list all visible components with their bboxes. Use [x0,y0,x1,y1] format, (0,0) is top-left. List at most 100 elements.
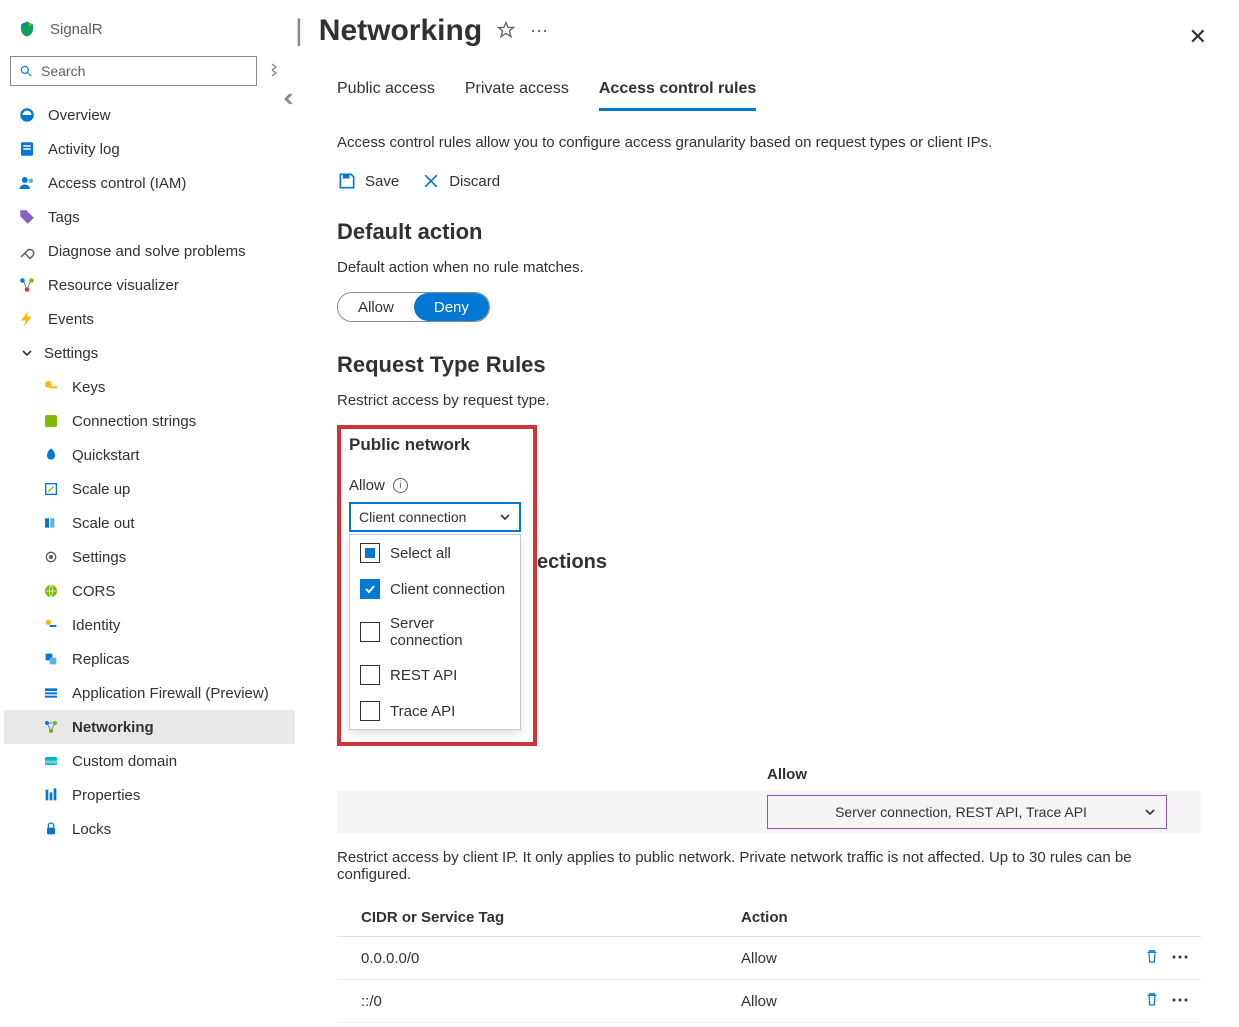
overview-icon [18,106,36,124]
sidebar-item-settings[interactable]: Settings [4,540,295,574]
default-action-deny[interactable]: Deny [414,293,489,321]
sidebar-item-firewall[interactable]: Application Firewall (Preview) [4,676,295,710]
intro-text: Access control rules allow you to config… [337,134,1201,151]
allow-combo[interactable]: Client connection [349,502,521,532]
sidebar-item-events[interactable]: Events [4,302,295,336]
dd-option-select-all[interactable]: Select all [350,535,520,571]
nav-scroll[interactable]: Overview Activity log Access control (IA… [0,98,295,1027]
sidebar-item-iam[interactable]: Access control (IAM) [4,166,295,200]
close-icon[interactable]: ✕ [1189,24,1207,50]
networking-icon [42,718,60,736]
dd-option-rest-api[interactable]: REST API [350,657,520,693]
row-more-icon[interactable]: ⋯ [1171,947,1191,969]
discard-button[interactable]: Discard [421,171,500,191]
sidebar-item-connection-strings[interactable]: Connection strings [4,404,295,438]
dd-label: Client connection [390,581,505,598]
tabs: Public access Private access Access cont… [337,74,1201,112]
sidebar-item-label: Resource visualizer [48,277,179,294]
sidebar-item-label: Scale out [72,515,135,532]
chevron-down-icon [1144,806,1156,818]
sidebar-item-replicas[interactable]: Replicas [4,642,295,676]
diagnose-icon [18,242,36,260]
tab-public-access[interactable]: Public access [337,74,435,111]
cidr-row: 0.0.0.0/0 Allow ⋯ [337,937,1201,980]
save-button[interactable]: Save [337,171,399,191]
cors-icon [42,582,60,600]
sidebar-item-properties[interactable]: Properties [4,778,295,812]
cidr-cell: 0.0.0.0/0 [361,950,741,967]
dd-option-server-connection[interactable]: Server connection [350,607,520,657]
col-action: Action [741,909,1111,926]
allow-label: Allow i [349,477,408,494]
search-input[interactable]: Search [10,56,257,86]
more-actions-icon[interactable]: ⋯ [530,21,550,42]
sidebar-group-settings[interactable]: Settings [4,336,295,370]
sidebar-item-label: Custom domain [72,753,177,770]
sidebar-group-label: Settings [44,345,98,362]
request-type-heading: Request Type Rules [337,352,1201,378]
sidebar-item-keys[interactable]: Keys [4,370,295,404]
default-action-toggle[interactable]: Allow Deny [337,292,490,322]
sidebar-item-label: Locks [72,821,111,838]
sidebar-item-tags[interactable]: Tags [4,200,295,234]
obscured-text: ections [537,551,607,574]
sidebar-item-identity[interactable]: Identity [4,608,295,642]
sidebar-item-overview[interactable]: Overview [4,98,295,132]
connection-strings-icon [42,412,60,430]
iam-icon [18,174,36,192]
default-action-allow[interactable]: Allow [338,293,414,321]
identity-icon [42,616,60,634]
discard-label: Discard [449,173,500,190]
action-cell: Allow [741,993,1111,1010]
cidr-table: CIDR or Service Tag Action 0.0.0.0/0 All… [337,899,1201,1027]
search-icon [19,64,33,78]
sidebar-item-custom-domain[interactable]: www Custom domain [4,744,295,778]
brand-name: SignalR [50,21,103,38]
svg-text:www: www [45,760,57,766]
sidebar-item-scale-up[interactable]: Scale up [4,472,295,506]
dd-label: Select all [390,545,451,562]
delete-row-icon[interactable] [1143,947,1161,969]
chevron-down-icon [499,511,511,523]
sidebar-item-label: Scale up [72,481,130,498]
sidebar-item-resource-visualizer[interactable]: Resource visualizer [4,268,295,302]
sidebar-item-quickstart[interactable]: Quickstart [4,438,295,472]
tab-private-access[interactable]: Private access [465,74,569,111]
private-allow-select[interactable]: Server connection, REST API, Trace API [767,795,1167,829]
replicas-icon [42,650,60,668]
sidebar-item-cors[interactable]: CORS [4,574,295,608]
checkbox-checked-icon [360,579,380,599]
sidebar-item-label: Properties [72,787,140,804]
checkbox-indeterminate-icon [360,543,380,563]
action-cell: Allow [741,950,1111,967]
keys-icon [42,378,60,396]
delete-row-icon[interactable] [1143,990,1161,1012]
sidebar-item-label: Events [48,311,94,328]
sidebar-item-label: Application Firewall (Preview) [72,685,269,702]
sidebar-item-label: Keys [72,379,105,396]
sidebar-item-locks[interactable]: Locks [4,812,295,846]
row-more-icon[interactable]: ⋯ [1171,990,1191,1012]
expand-handle-icon[interactable] [265,59,285,84]
request-type-desc: Restrict access by request type. [337,392,1201,409]
favorite-star-icon[interactable] [496,20,516,43]
sidebar-item-label: Access control (IAM) [48,175,186,192]
search-placeholder: Search [41,63,85,79]
sidebar-item-activity-log[interactable]: Activity log [4,132,295,166]
dd-option-trace-api[interactable]: Trace API [350,693,520,729]
sidebar-item-label: Overview [48,107,111,124]
quickstart-icon [42,446,60,464]
sidebar-item-scale-out[interactable]: Scale out [4,506,295,540]
command-bar: Save Discard [337,171,1201,191]
dd-option-client-connection[interactable]: Client connection [350,571,520,607]
title-separator: | [295,14,305,48]
sidebar-item-label: Tags [48,209,80,226]
sidebar-item-networking[interactable]: Networking [4,710,295,744]
resource-visualizer-icon [18,276,36,294]
sidebar: SignalR Search Overview Activity log Acc… [0,0,295,1027]
sidebar-item-diagnose[interactable]: Diagnose and solve problems [4,234,295,268]
tab-access-control-rules[interactable]: Access control rules [599,74,756,111]
title-bar: | Networking ⋯ ✕ [295,0,1239,74]
info-icon[interactable]: i [393,478,408,493]
private-endpoint-row: Server connection, REST API, Trace API [337,791,1201,833]
